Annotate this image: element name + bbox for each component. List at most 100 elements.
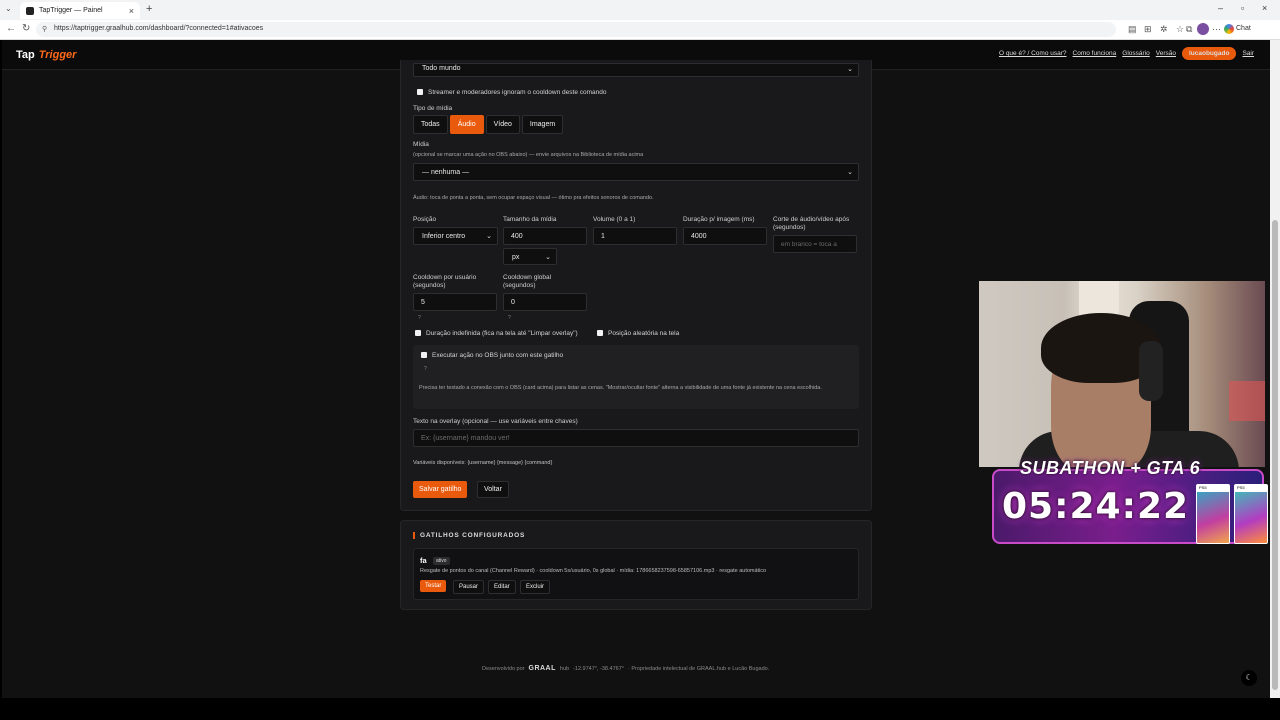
tab-close-icon[interactable]: × (129, 6, 134, 16)
audio-hint: Áudio: toca de ponta a ponta, sem ocupar… (413, 195, 654, 201)
cover-platform-label: PS5 (1235, 485, 1267, 492)
chevron-down-icon: ⌄ (847, 66, 853, 73)
cooldown-user-input[interactable]: 5 (413, 293, 497, 311)
trigger-item: fa ativo Resgate de pontos do canal (Cha… (413, 548, 859, 600)
logo[interactable]: Tap Trigger (16, 49, 76, 61)
media-type-label: Tipo de mídia (413, 105, 453, 112)
page-scrollbar[interactable] (1270, 40, 1280, 698)
nav-link-how[interactable]: Como funciona (1073, 50, 1117, 57)
tab-search-icon[interactable]: ⌄ (5, 4, 12, 13)
triggers-section-title: GATILHOS CONFIGURADOS (413, 532, 525, 539)
site-info-icon[interactable]: ⚲ (42, 25, 47, 33)
cooldown-global-input[interactable]: 0 (503, 293, 587, 311)
media-type-all[interactable]: Todas (413, 115, 448, 134)
scrollbar-thumb[interactable] (1272, 220, 1278, 690)
translate-icon[interactable]: ⊞ (1144, 24, 1152, 35)
variables-hint: Variáveis disponíveis: {username} {messa… (413, 460, 553, 466)
size-unit-select[interactable]: px ⌄ (503, 248, 557, 265)
chat-label[interactable]: Chat (1236, 25, 1251, 32)
streamer-ignore-checkbox[interactable] (417, 89, 423, 95)
extension-icon[interactable]: ✲ (1160, 24, 1168, 35)
cut-input[interactable]: em branco = toca a (773, 235, 857, 253)
browser-urlbar: ← ↻ ⚲ https://taptrigger.graalhub.com/da… (0, 20, 1280, 40)
media-type-video[interactable]: Vídeo (485, 115, 520, 134)
cooldown-global-label: Cooldown global (segundos) (503, 274, 552, 289)
media-label: Mídia (413, 141, 429, 148)
webcam-overlay (977, 279, 1267, 469)
new-tab-icon[interactable]: + (146, 3, 152, 15)
random-position-checkbox[interactable] (597, 330, 603, 336)
nav-link-version[interactable]: Versão (1156, 50, 1176, 57)
user-pill[interactable]: lucaobugado (1181, 47, 1237, 60)
footer-brand[interactable]: GRAAL (529, 665, 556, 672)
bookmark-star-icon[interactable]: ☆ (1176, 24, 1184, 35)
gta6-cover-2: PS5 (1234, 484, 1268, 544)
cut-label: Corte de áudio/vídeo após (segundos) (773, 216, 850, 231)
reader-icon[interactable]: ▤ (1128, 24, 1137, 35)
footer-rights: · Propriedade intelectual de GRAAL.hub e… (627, 665, 770, 672)
favicon-icon (26, 6, 34, 15)
media-type-image[interactable]: Imagem (521, 115, 564, 134)
pause-button[interactable]: Pausar (453, 580, 485, 594)
help-icon[interactable]: ? (508, 315, 511, 321)
help-icon[interactable]: ? (424, 366, 427, 372)
configured-triggers-card: GATILHOS CONFIGURADOS fa ativo Resgate d… (400, 520, 872, 610)
media-type-audio[interactable]: Áudio (449, 115, 484, 134)
position-value: Inferior centro (422, 233, 466, 240)
size-label: Tamanho da mídia (503, 216, 557, 223)
position-label: Posição (413, 216, 437, 223)
media-hint: (opcional se marcar uma ação no OBS abai… (413, 152, 644, 158)
trigger-form-card: Todo mundo ⌄ Streamer e moderadores igno… (400, 60, 872, 511)
collections-icon[interactable]: ⧉ (1186, 24, 1192, 35)
duration-input[interactable]: 4000 (683, 227, 767, 245)
volume-input[interactable]: 1 (593, 227, 677, 245)
browser-tabbar: ⌄ TapTrigger — Painel × + – ▫ × (0, 0, 1280, 20)
cover-platform-label: PS5 (1197, 485, 1229, 492)
nav-link-glossary[interactable]: Glossário (1122, 50, 1149, 57)
profile-avatar[interactable] (1197, 23, 1209, 35)
reload-icon[interactable]: ↻ (22, 23, 30, 34)
edit-button[interactable]: Editar (488, 580, 516, 594)
obs-hint: Precisa ter testado a conexão com o OBS … (419, 385, 822, 391)
nav-links: O que é? / Como usar? Como funciona Glos… (999, 47, 1254, 60)
indefinite-label: Duração indefinida (fica na tela até "Li… (426, 330, 578, 337)
back-button[interactable]: Voltar (477, 481, 509, 498)
headphones-icon (1139, 341, 1163, 401)
back-icon[interactable]: ← (6, 23, 16, 34)
chevron-down-icon: ⌄ (847, 169, 853, 176)
nav-link-what[interactable]: O que é? / Como usar? (999, 50, 1067, 57)
maximize-icon[interactable]: ▫ (1241, 3, 1244, 13)
window-close-icon[interactable]: × (1262, 3, 1267, 13)
menu-dots-icon[interactable]: ⋯ (1212, 24, 1221, 35)
status-badge: ativo (433, 557, 450, 565)
save-trigger-button[interactable]: Salvar gatilho (413, 481, 468, 498)
size-input[interactable]: 400 (503, 227, 587, 245)
minimize-icon[interactable]: – (1218, 3, 1223, 13)
cooldown-user-label: Cooldown por usuário (segundos) (413, 274, 477, 289)
media-select[interactable]: — nenhuma — ⌄ (413, 163, 859, 181)
address-bar[interactable]: ⚲ https://taptrigger.graalhub.com/dashbo… (36, 22, 1116, 37)
overlay-text-input[interactable]: Ex: {username} mandou ver! (413, 429, 859, 447)
footer: Desenvolvido por GRAAL hub -12.9747°, -3… (482, 665, 769, 672)
help-icon[interactable]: ? (418, 315, 421, 321)
test-button[interactable]: Testar (420, 580, 447, 592)
random-position-label: Posição aleatória na tela (608, 330, 680, 337)
webcam-shelf (1229, 381, 1265, 421)
chevron-down-icon: ⌄ (545, 254, 551, 261)
footer-dev-by: Desenvolvido por (482, 665, 525, 672)
bottom-strip (0, 698, 1280, 720)
audience-select[interactable]: Todo mundo ⌄ (413, 63, 859, 77)
size-unit-value: px (512, 254, 520, 261)
streamer-ignore-label: Streamer e moderadores ignoram o cooldow… (428, 89, 607, 96)
logout-link[interactable]: Sair (1242, 50, 1254, 57)
chevron-down-icon: ⌄ (486, 233, 492, 240)
logo-trigger: Trigger (38, 49, 77, 61)
chat-icon[interactable] (1224, 24, 1234, 34)
obs-action-checkbox[interactable] (421, 352, 427, 358)
position-select[interactable]: Inferior centro ⌄ (413, 227, 498, 245)
indefinite-checkbox[interactable] (415, 330, 421, 336)
trigger-name: fa (420, 556, 427, 565)
delete-button[interactable]: Excluir (520, 580, 551, 594)
browser-tab[interactable]: TapTrigger — Painel × (20, 2, 140, 19)
theme-toggle-moon-icon[interactable]: ☾ (1241, 670, 1257, 686)
